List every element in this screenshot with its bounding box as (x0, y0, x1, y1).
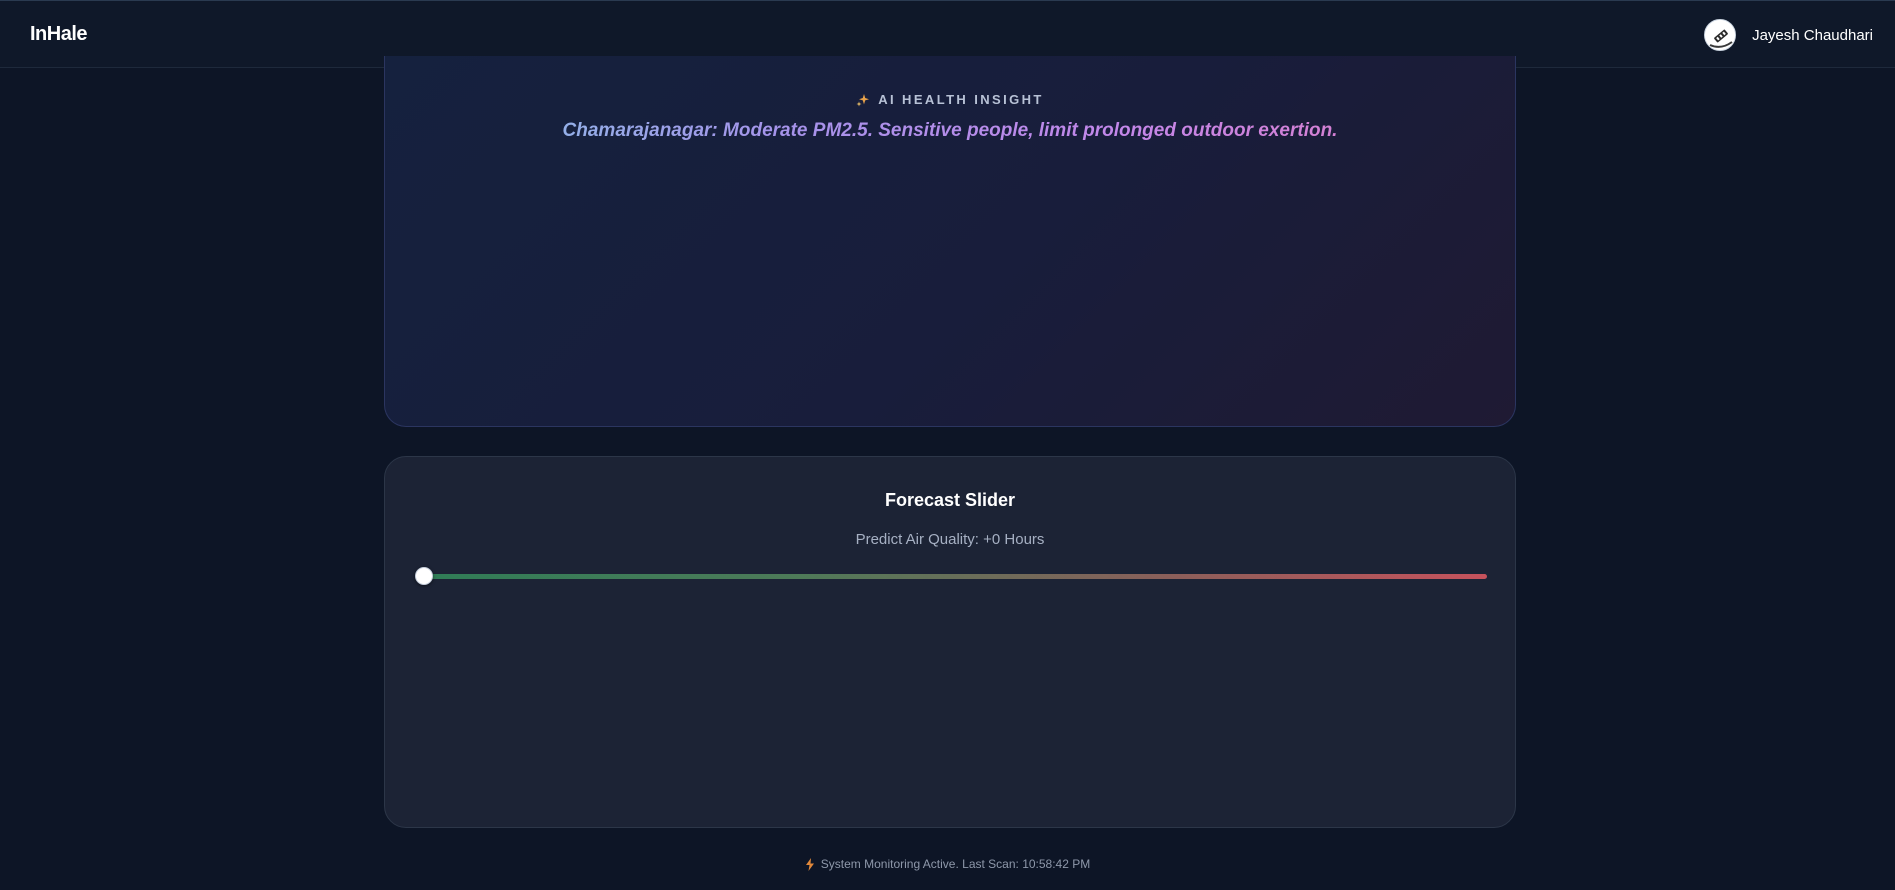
sparkle-icon (856, 93, 870, 107)
forecast-card: Forecast Slider Predict Air Quality: +0 … (384, 456, 1516, 828)
bolt-icon (805, 857, 815, 871)
status-text: System Monitoring Active. Last Scan: 10:… (820, 857, 1091, 871)
forecast-title: Forecast Slider (884, 490, 1016, 510)
insight-message: Chamarajanagar: Moderate PM2.5. Sensitiv… (385, 120, 1515, 142)
forecast-slider-track[interactable] (423, 574, 1487, 579)
forecast-slider-thumb[interactable] (415, 567, 433, 585)
insight-header: AI HEALTH INSIGHT (385, 92, 1515, 107)
insight-label: AI HEALTH INSIGHT (878, 92, 1044, 107)
user-avatar-icon[interactable] (1704, 19, 1737, 51)
user-menu[interactable]: Jayesh Chaudhari (1704, 18, 1873, 52)
forecast-subtitle: Predict Air Quality: +0 Hours (855, 531, 1045, 548)
brand-logo[interactable]: InHale (30, 23, 88, 46)
status-footer: System Monitoring Active. Last Scan: 10:… (0, 857, 1895, 871)
ai-health-insight-card: AI HEALTH INSIGHT Chamarajanagar: Modera… (384, 56, 1516, 427)
user-name: Jayesh Chaudhari (1752, 26, 1873, 44)
